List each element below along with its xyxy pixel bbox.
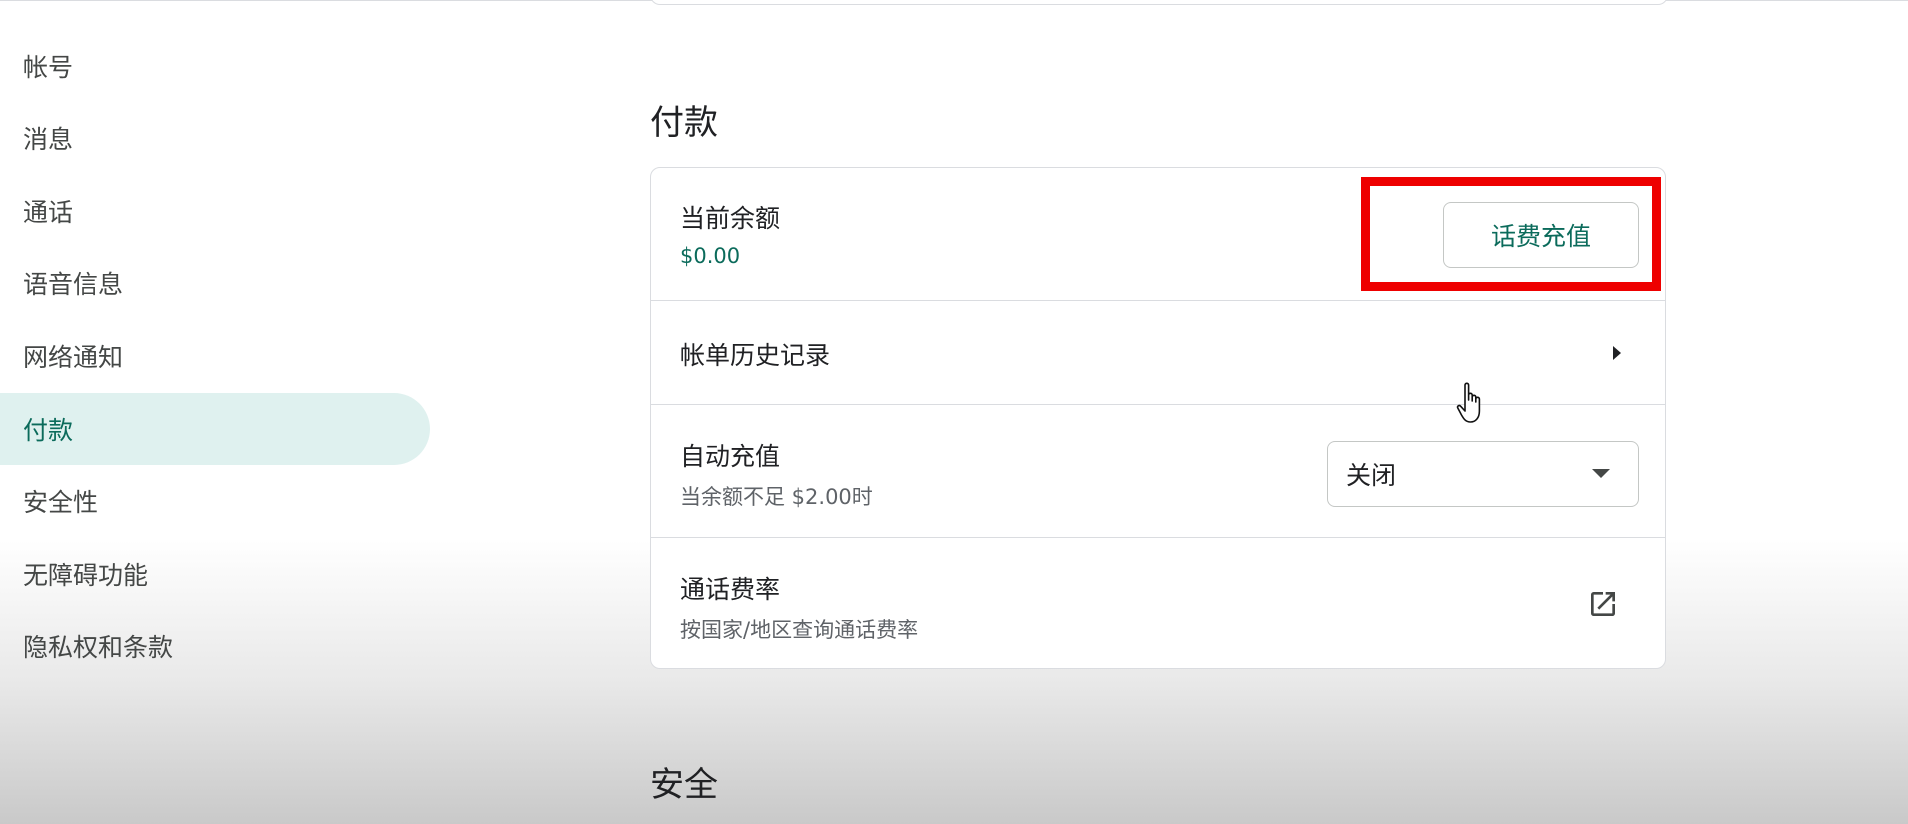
billing-history-label: 帐单历史记录 [680, 341, 831, 370]
sidebar-item-label: 付款 [23, 416, 74, 445]
call-rates-label: 通话费率 [680, 575, 781, 604]
sidebar-item-privacy-terms[interactable]: 隐私权和条款 [0, 610, 430, 682]
auto-recharge-label: 自动充值 [680, 442, 781, 471]
sidebar-item-label: 帐号 [23, 53, 74, 82]
sidebar-item-payment[interactable]: 付款 [0, 393, 430, 465]
sidebar-item-label: 通话 [23, 198, 74, 227]
topup-button[interactable]: 话费充值 [1443, 202, 1639, 268]
sidebar-item-label: 语音信息 [23, 270, 124, 299]
sidebar-item-account[interactable]: 帐号 [0, 30, 430, 102]
caret-down-icon [1592, 469, 1610, 478]
security-section-title: 安全 [650, 765, 718, 805]
call-rates-sublabel: 按国家/地区查询通话费率 [680, 618, 919, 642]
previous-section-card [650, 0, 1668, 5]
sidebar-item-calls[interactable]: 通话 [0, 175, 430, 247]
auto-recharge-selected-value: 关闭 [1346, 461, 1397, 490]
auto-recharge-select[interactable]: 关闭 [1327, 441, 1639, 507]
sidebar-item-voicemail[interactable]: 语音信息 [0, 247, 430, 319]
sidebar-item-label: 无障碍功能 [23, 561, 149, 590]
balance-label: 当前余额 [680, 204, 781, 233]
auto-recharge-sublabel: 当余额不足 $2.00时 [680, 485, 873, 509]
payment-section-title: 付款 [650, 103, 718, 143]
balance-row: 当前余额 $0.00 话费充值 [651, 168, 1665, 301]
sidebar-item-label: 安全性 [23, 488, 99, 517]
sidebar-item-label: 消息 [23, 125, 74, 154]
sidebar-item-accessibility[interactable]: 无障碍功能 [0, 538, 430, 610]
open-in-new-icon[interactable] [1587, 588, 1619, 620]
balance-value: $0.00 [680, 244, 741, 268]
sidebar-item-messages[interactable]: 消息 [0, 102, 430, 174]
sidebar-item-security[interactable]: 安全性 [0, 465, 430, 537]
sidebar-item-web-notifications[interactable]: 网络通知 [0, 320, 430, 392]
call-rates-row[interactable]: 通话费率 按国家/地区查询通话费率 [651, 538, 1665, 668]
sidebar-item-label: 隐私权和条款 [23, 633, 174, 662]
sidebar-item-label: 网络通知 [23, 343, 124, 372]
chevron-right-icon [1613, 346, 1621, 360]
payment-card: 当前余额 $0.00 话费充值 帐单历史记录 自动充值 当余额不足 $2.00时… [650, 167, 1666, 669]
billing-history-row[interactable]: 帐单历史记录 [651, 301, 1665, 405]
auto-recharge-row: 自动充值 当余额不足 $2.00时 关闭 [651, 405, 1665, 538]
